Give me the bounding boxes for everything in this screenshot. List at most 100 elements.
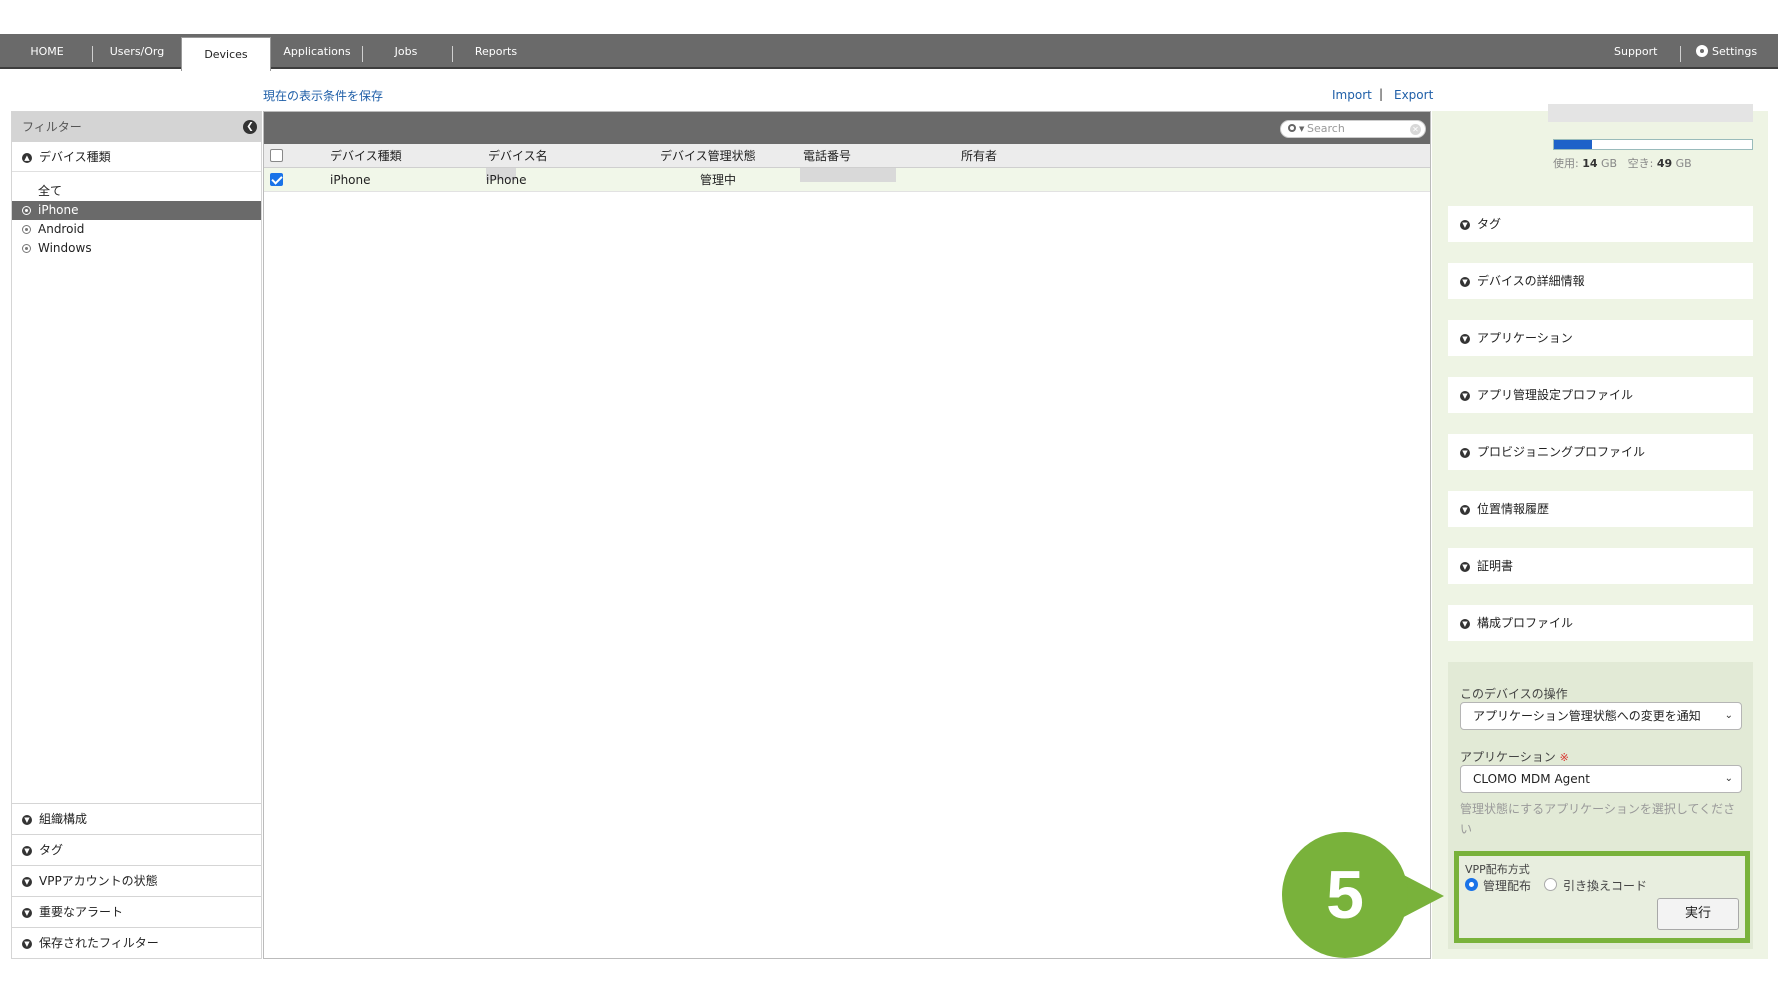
vpp-managed-radio[interactable] <box>1465 878 1478 891</box>
storage-usage: 使用: 14 GB 空き: 49 GB <box>1553 155 1692 171</box>
filter-section-label: タグ <box>39 843 64 857</box>
chevron-down-icon: ▼ <box>1460 391 1470 401</box>
cell-status: 管理中 <box>700 173 737 187</box>
panel-section-app-config[interactable]: ▼ アプリ管理設定プロファイル <box>1448 377 1753 413</box>
vpp-redeem-radio[interactable] <box>1544 878 1557 891</box>
action-select[interactable]: アプリケーション管理状態への変更を通知 ⌄ <box>1460 702 1742 730</box>
tab-home[interactable]: HOME <box>14 34 80 69</box>
filter-section-label: 組織構成 <box>39 812 88 826</box>
link-separator: | <box>1379 87 1384 101</box>
panel-section-label: 構成プロファイル <box>1477 616 1574 630</box>
app-select[interactable]: CLOMO MDM Agent ⌄ <box>1460 765 1742 793</box>
tab-applications[interactable]: Applications <box>276 34 358 69</box>
export-link[interactable]: Export <box>1394 88 1433 102</box>
device-table: ▼ Search ✕ デバイス種類 デバイス名 デバイス管理状態 電話番号 所有… <box>263 111 1431 959</box>
cell-device-type: iPhone <box>330 173 371 187</box>
panel-section-config-profiles[interactable]: ▼ 構成プロファイル <box>1448 605 1753 641</box>
panel-section-tags[interactable]: ▼ タグ <box>1448 206 1753 242</box>
chevron-down-icon: ▼ <box>22 908 32 918</box>
nav-divider <box>1680 46 1681 62</box>
panel-section-location[interactable]: ▼ 位置情報履歴 <box>1448 491 1753 527</box>
clear-icon[interactable]: ✕ <box>1410 124 1421 135</box>
table-row[interactable]: iPhone iPhone 管理中 <box>264 168 1430 192</box>
device-operations: このデバイスの操作 アプリケーション管理状態への変更を通知 ⌄ アプリケーション… <box>1448 662 1753 949</box>
filter-section-label: 重要なアラート <box>39 905 124 919</box>
column-header[interactable]: 電話番号 <box>803 144 851 168</box>
chevron-down-icon: ▼ <box>1460 619 1470 629</box>
panel-section-label: 証明書 <box>1477 559 1514 573</box>
device-type-label: Windows <box>38 241 92 255</box>
execute-button[interactable]: 実行 <box>1657 898 1739 930</box>
device-type-android[interactable]: Android <box>12 220 261 239</box>
storage-used-fill <box>1554 140 1592 149</box>
panel-section-device-details[interactable]: ▼ デバイスの詳細情報 <box>1448 263 1753 299</box>
panel-section-label: タグ <box>1477 217 1502 231</box>
vpp-option-managed[interactable]: 管理配布 <box>1483 877 1531 894</box>
device-name-text: iPhone <box>486 173 527 187</box>
tab-users-org[interactable]: Users/Org <box>98 34 176 69</box>
select-all-checkbox[interactable] <box>270 149 283 162</box>
device-type-all[interactable]: 全て <box>12 182 261 201</box>
support-link[interactable]: Support <box>1614 34 1657 69</box>
chevron-down-icon: ▼ <box>22 815 32 825</box>
device-type-label: iPhone <box>38 203 79 217</box>
panel-section-label: 位置情報履歴 <box>1477 502 1550 516</box>
filter-section-label: VPPアカウントの状態 <box>39 874 158 888</box>
target-icon <box>22 206 31 215</box>
settings-label: Settings <box>1712 45 1758 58</box>
column-header[interactable]: デバイス管理状態 <box>660 144 756 168</box>
panel-section-applications[interactable]: ▼ アプリケーション <box>1448 320 1753 356</box>
column-header[interactable]: 所有者 <box>961 144 997 168</box>
vpp-label: VPP配布方式 <box>1465 863 1530 876</box>
chevron-down-icon: ⌄ <box>1724 773 1733 784</box>
panel-section-label: プロビジョニングプロファイル <box>1477 445 1646 459</box>
import-link[interactable]: Import <box>1332 88 1372 102</box>
device-type-label: Android <box>38 222 85 236</box>
filter-section-tags[interactable]: ▼ タグ <box>12 834 261 865</box>
settings-link[interactable]: Settings <box>1696 34 1757 69</box>
panel-section-label: アプリケーション <box>1477 331 1573 345</box>
panel-section-label: デバイスの詳細情報 <box>1477 274 1585 288</box>
filter-panel: フィルター ❮ ▲ デバイス種類 全て iPhone Android Window… <box>11 111 262 959</box>
tab-reports[interactable]: Reports <box>458 34 534 69</box>
storage-used-unit: GB <box>1601 157 1618 170</box>
column-header[interactable]: デバイス種類 <box>330 144 402 168</box>
app-select-value: CLOMO MDM Agent <box>1473 772 1590 786</box>
panel-section-provisioning[interactable]: ▼ プロビジョニングプロファイル <box>1448 434 1753 470</box>
search-input[interactable]: ▼ Search ✕ <box>1280 120 1426 138</box>
table-toolbar: ▼ Search ✕ <box>264 112 1430 144</box>
vpp-option-redeem[interactable]: 引き換えコード <box>1563 877 1647 894</box>
tab-devices[interactable]: Devices <box>181 37 271 71</box>
storage-used-label: 使用: <box>1553 157 1579 170</box>
filter-section-alerts[interactable]: ▼ 重要なアラート <box>12 896 261 927</box>
gear-icon <box>1696 45 1708 57</box>
redacted-block <box>1548 104 1753 122</box>
device-type-windows[interactable]: Windows <box>12 239 261 258</box>
chevron-down-icon: ▼ <box>1460 334 1470 344</box>
filter-bottom-sections: ▼ 組織構成 ▼ タグ ▼ VPPアカウントの状態 ▼ 重要なアラート ▼ 保存されたフィ… <box>12 803 261 958</box>
device-type-iphone[interactable]: iPhone <box>12 201 261 220</box>
vpp-distribution-box: VPP配布方式 管理配布 引き換えコード 実行 <box>1454 851 1750 943</box>
caret-down-icon: ▼ <box>1299 125 1305 133</box>
row-checkbox[interactable] <box>270 173 283 186</box>
chevron-down-icon: ▼ <box>22 846 32 856</box>
collapse-left-icon[interactable]: ❮ <box>243 120 257 134</box>
app-label: アプリケーション ※ <box>1460 748 1569 765</box>
column-header[interactable]: デバイス名 <box>488 144 548 168</box>
device-type-section[interactable]: ▲ デバイス種類 <box>12 142 261 172</box>
chevron-up-icon: ▲ <box>22 153 32 163</box>
save-view-link[interactable]: 現在の表示条件を保存 <box>263 87 383 104</box>
panel-section-certificates[interactable]: ▼ 証明書 <box>1448 548 1753 584</box>
panel-section-label: アプリ管理設定プロファイル <box>1477 388 1634 402</box>
filter-section-org[interactable]: ▼ 組織構成 <box>12 803 261 834</box>
filter-section-saved[interactable]: ▼ 保存されたフィルター <box>12 927 261 958</box>
action-select-value: アプリケーション管理状態への変更を通知 <box>1473 709 1701 723</box>
tab-jobs[interactable]: Jobs <box>372 34 440 69</box>
filter-section-vpp[interactable]: ▼ VPPアカウントの状態 <box>12 865 261 896</box>
chevron-down-icon: ▼ <box>22 939 32 949</box>
storage-bar <box>1553 139 1753 150</box>
chevron-down-icon: ▼ <box>1460 505 1470 515</box>
search-icon <box>1288 124 1296 132</box>
filter-title: フィルター <box>22 120 82 134</box>
storage-free-unit: GB <box>1675 157 1692 170</box>
